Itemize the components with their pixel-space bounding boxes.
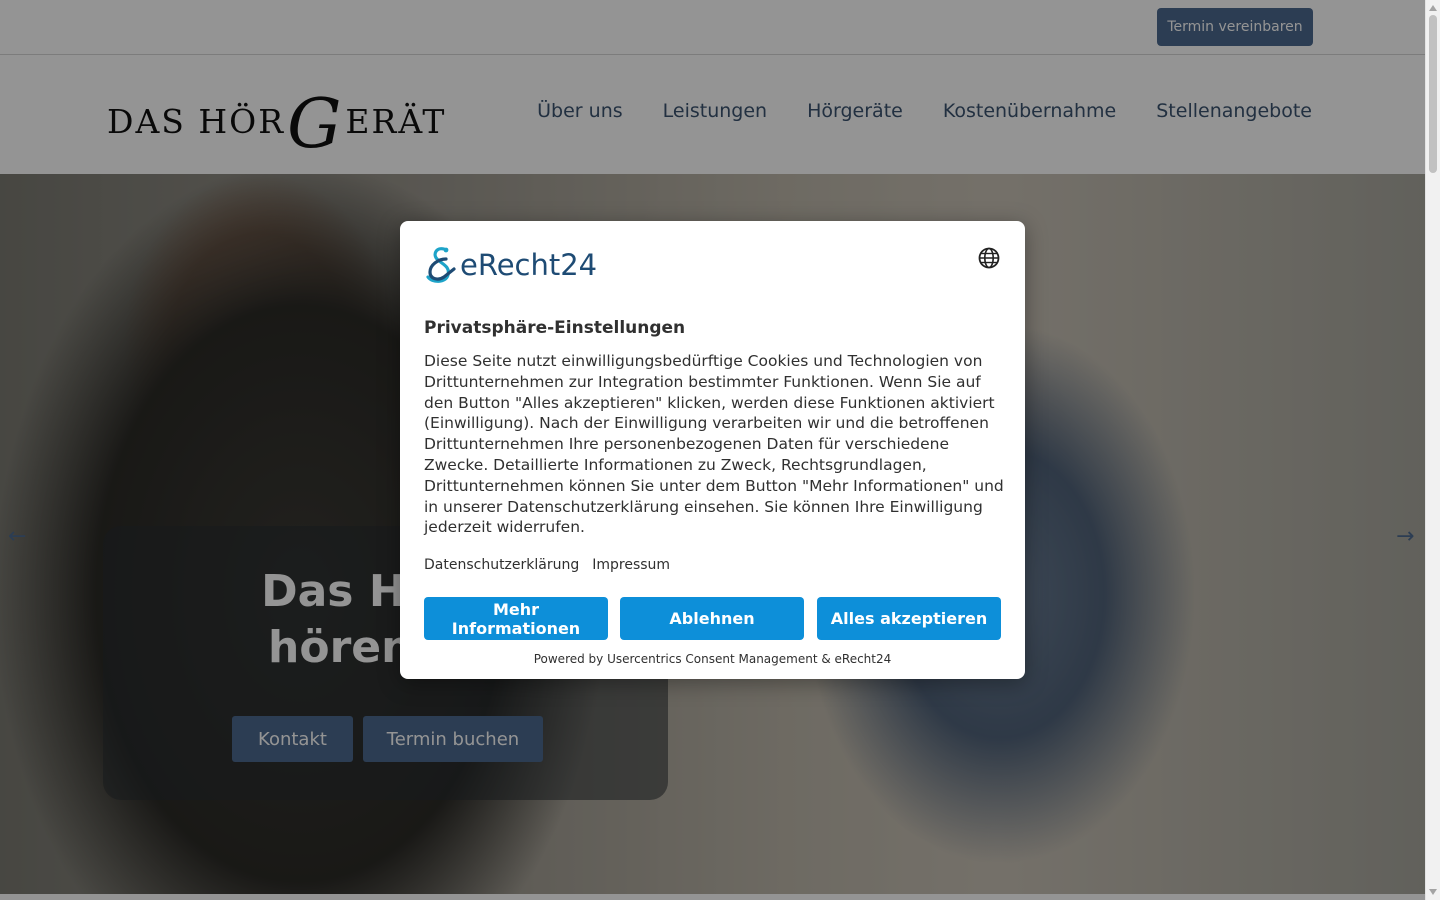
decline-button[interactable]: Ablehnen	[620, 597, 804, 640]
consent-title: Privatsphäre-Einstellungen	[424, 318, 686, 338]
erecht24-mark-icon	[426, 247, 456, 283]
powered-by-text: Powered by Usercentrics Consent Manageme…	[533, 652, 892, 666]
brand-name: eRecht24	[460, 248, 598, 282]
language-selector[interactable]	[977, 246, 1001, 270]
imprint-link[interactable]: Impressum	[592, 557, 670, 573]
globe-icon	[978, 247, 1000, 269]
consent-links: Datenschutzerklärung Impressum	[424, 557, 670, 573]
accept-all-button[interactable]: Alles akzeptieren	[817, 597, 1001, 640]
privacy-policy-link[interactable]: Datenschutzerklärung	[424, 557, 579, 573]
scrollbar-thumb[interactable]	[1429, 15, 1437, 173]
consent-body-text: Diese Seite nutzt einwilligungsbedürftig…	[424, 352, 1004, 537]
erecht24-logo: eRecht24	[424, 245, 597, 285]
scroll-up-icon[interactable]	[1429, 5, 1437, 11]
scroll-down-icon[interactable]	[1429, 889, 1437, 895]
consent-dialog: eRecht24 Privatsphäre-Einstellungen Dies…	[400, 221, 1025, 679]
more-information-button[interactable]: Mehr Informationen	[424, 597, 608, 640]
page-scrollbar[interactable]	[1425, 0, 1440, 900]
